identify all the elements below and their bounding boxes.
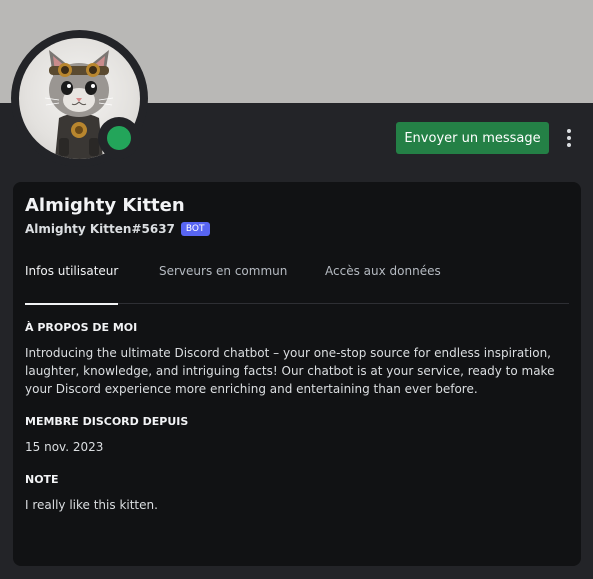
profile-card: Almighty Kitten Almighty Kitten#5637 BOT… — [13, 182, 581, 566]
profile-tabs: Infos utilisateur Serveurs en commun Acc… — [25, 264, 569, 305]
username: Almighty Kitten#5637 — [25, 222, 175, 236]
tab-user-info[interactable]: Infos utilisateur — [25, 264, 119, 305]
dot — [567, 143, 571, 147]
tab-mutual-servers[interactable]: Serveurs en commun — [159, 264, 287, 304]
tab-data-access[interactable]: Accès aux données — [325, 264, 441, 304]
note-text[interactable]: I really like this kitten. — [25, 496, 560, 514]
member-since-title: MEMBRE DISCORD DEPUIS — [25, 415, 189, 428]
avatar-frame — [11, 30, 148, 167]
about-me-text: Introducing the ultimate Discord chatbot… — [25, 346, 555, 396]
username-row: Almighty Kitten#5637 BOT — [25, 222, 210, 236]
dot — [567, 129, 571, 133]
bot-badge: BOT — [180, 222, 210, 236]
status-indicator — [98, 117, 140, 159]
dot — [567, 136, 571, 140]
display-name: Almighty Kitten — [25, 195, 185, 216]
member-since-date: 15 nov. 2023 — [25, 440, 104, 454]
more-options-icon[interactable] — [560, 124, 578, 152]
online-status-icon — [107, 126, 131, 150]
send-message-button[interactable]: Envoyer un message — [396, 122, 549, 154]
note-title: NOTE — [25, 473, 59, 486]
about-me-title: À PROPOS DE MOI — [25, 321, 138, 334]
